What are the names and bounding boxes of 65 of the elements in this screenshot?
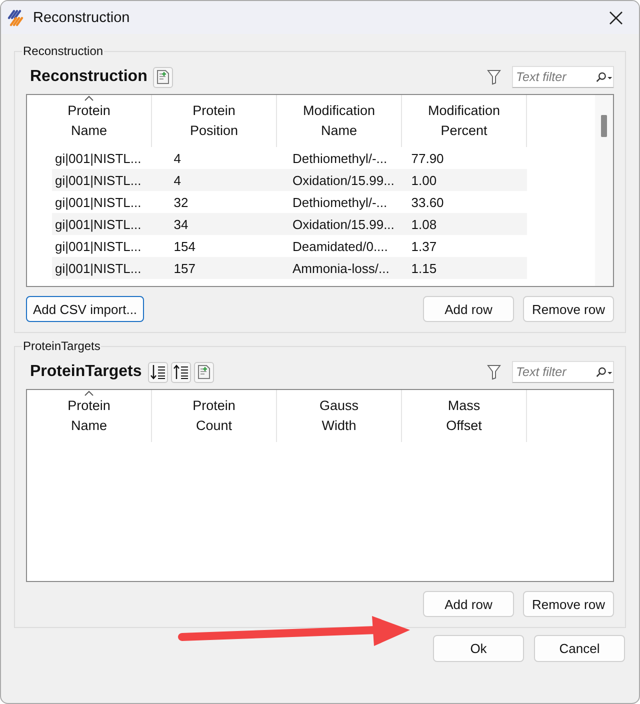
table-cell-text: gi|001|NISTL... bbox=[54, 260, 142, 276]
scrollbar[interactable] bbox=[595, 95, 613, 286]
column-header[interactable]: Protein Position bbox=[152, 95, 277, 147]
sort-up-icon bbox=[172, 364, 189, 380]
column-header[interactable]: Protein Name bbox=[27, 390, 152, 442]
column-header[interactable]: Mass Offset bbox=[402, 390, 527, 442]
window-title: Reconstruction bbox=[33, 10, 130, 26]
export-button[interactable] bbox=[153, 66, 174, 88]
table-cell-text: 77.90 bbox=[410, 150, 445, 166]
table-cell-text: 32 bbox=[172, 194, 190, 210]
table-title: ProteinTargets bbox=[30, 363, 142, 381]
table-cell-text: gi|001|NISTL... bbox=[54, 172, 142, 188]
table-cell-text: 1.15 bbox=[410, 260, 438, 276]
table-cell-text: Oxidation/15.99... bbox=[292, 172, 396, 188]
group-label: Reconstruction bbox=[22, 44, 104, 58]
column-header[interactable]: Modification Name bbox=[277, 95, 402, 147]
text-filter-field[interactable]: Text filter bbox=[512, 66, 614, 88]
table-cell-text: 34 bbox=[172, 216, 190, 232]
table-cell-text: Dethiomethyl/-... bbox=[292, 150, 388, 166]
close-icon bbox=[609, 10, 623, 24]
table-cell-text: gi|001|NISTL... bbox=[54, 238, 142, 254]
remove-row-button[interactable]: Remove row bbox=[523, 591, 614, 617]
document-icon bbox=[196, 364, 211, 380]
sort-caret-icon bbox=[84, 95, 94, 101]
search-icon bbox=[595, 366, 613, 378]
column-header[interactable]: Protein Name bbox=[27, 95, 152, 147]
table-cell-text: Ammonia-loss/... bbox=[292, 260, 390, 276]
text-filter-field[interactable]: Text filter bbox=[512, 361, 614, 383]
filter-icon bbox=[487, 364, 501, 380]
table-cell-text: 154 bbox=[172, 238, 196, 254]
table-cell-text: 1.08 bbox=[410, 216, 438, 232]
group-label: ProteinTargets bbox=[22, 339, 102, 353]
filter-input[interactable]: Text filter bbox=[513, 70, 595, 84]
export-button[interactable] bbox=[194, 362, 214, 382]
table-cell-text: 4 bbox=[172, 172, 182, 188]
table-cell-text: Deamidated/0.... bbox=[292, 238, 389, 254]
filter-icon bbox=[487, 69, 501, 85]
csv-import-button[interactable]: Add CSV import... bbox=[26, 296, 144, 322]
add-row-button[interactable]: Add row bbox=[423, 591, 514, 617]
column-header[interactable]: Protein Count bbox=[152, 390, 277, 442]
table-cell-text: 1.37 bbox=[410, 238, 438, 254]
table-cell-text: 33.60 bbox=[410, 194, 445, 210]
table-cell-text: 157 bbox=[172, 260, 196, 276]
cancel-button[interactable]: Cancel bbox=[534, 635, 625, 662]
table-cell-text: 4 bbox=[172, 150, 182, 166]
column-header[interactable]: Modification Percent bbox=[402, 95, 527, 147]
search-icon bbox=[595, 71, 613, 83]
sort-caret-icon bbox=[84, 390, 94, 396]
sort-ascending-button[interactable] bbox=[170, 362, 191, 382]
table-cell-text: gi|001|NISTL... bbox=[54, 150, 142, 166]
table-title: Reconstruction bbox=[30, 68, 148, 86]
sort-down-icon bbox=[150, 364, 166, 380]
table-cell-text: gi|001|NISTL... bbox=[54, 216, 142, 232]
ok-button[interactable]: Ok bbox=[433, 635, 524, 662]
column-header[interactable]: Gauss Width bbox=[277, 390, 402, 442]
table-cell-text: gi|001|NISTL... bbox=[54, 194, 142, 210]
table-cell-text: Dethiomethyl/-... bbox=[292, 194, 388, 210]
sort-descending-button[interactable] bbox=[148, 362, 168, 382]
add-row-button[interactable]: Add row bbox=[423, 296, 514, 322]
filter-input[interactable]: Text filter bbox=[513, 365, 595, 379]
table-cell-text: 1.00 bbox=[410, 172, 438, 188]
document-icon bbox=[156, 69, 170, 85]
remove-row-button[interactable]: Remove row bbox=[523, 296, 614, 322]
table-cell-text: Oxidation/15.99... bbox=[292, 216, 396, 232]
scrollbar-thumb[interactable] bbox=[601, 115, 607, 137]
